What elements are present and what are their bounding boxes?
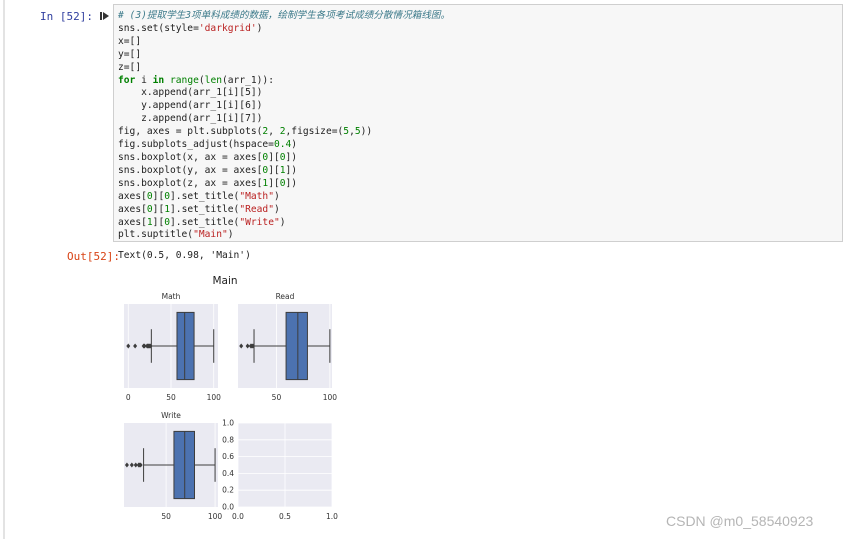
x-tick-label: 1.0 [326,512,338,521]
output-prompt: Out[52]: [67,250,120,263]
x-tick-label: 50 [161,512,171,521]
subplot-title-write: Write [161,411,181,420]
x-tick-label: 0 [126,393,131,402]
code-editor[interactable]: # (3)提取学生3项单科成绩的数据，绘制学生各项考试成绩分散情况箱线图。 sn… [113,4,843,242]
boxplot-figure: 0 50 100 Math 50 100 Read 50 100 Write 0.0 0.5 1.0 0.… [124,275,338,521]
y-tick-label: 0.6 [222,452,234,461]
watermark: CSDN @m0_58540923 [666,513,814,529]
input-prompt: In [52]: [40,10,93,23]
x-tick-label: 50 [272,393,282,402]
cell-selection-rule [3,0,5,539]
code-text[interactable]: # (3)提取学生3项单科成绩的数据，绘制学生各项考试成绩分散情况箱线图。 sn… [118,10,450,242]
y-tick-label: 0.8 [222,435,234,444]
box-iqr [176,311,195,381]
figure-suptitle: Main [212,275,237,287]
output-text: Text(0.5, 0.98, 'Main') [118,250,251,261]
x-tick-label: 0.0 [232,512,244,521]
x-tick-label: 100 [323,393,338,402]
y-tick-label: 0.2 [222,486,234,495]
subplot-title-read: Read [276,292,295,301]
run-arrow-icon[interactable] [100,11,110,21]
y-tick-label: 0.4 [222,469,234,478]
x-tick-label: 100 [207,393,222,402]
y-tick-label: 1.0 [222,419,234,428]
x-tick-label: 50 [166,393,176,402]
x-tick-label: 0.5 [279,512,291,521]
x-tick-label: 100 [208,512,223,521]
box-iqr [285,311,308,381]
subplot-title-math: Math [162,292,181,301]
code-comment: # (3)提取学生3项单科成绩的数据，绘制学生各项考试成绩分散情况箱线图。 [118,10,451,21]
y-tick-label: 0.0 [222,503,234,512]
